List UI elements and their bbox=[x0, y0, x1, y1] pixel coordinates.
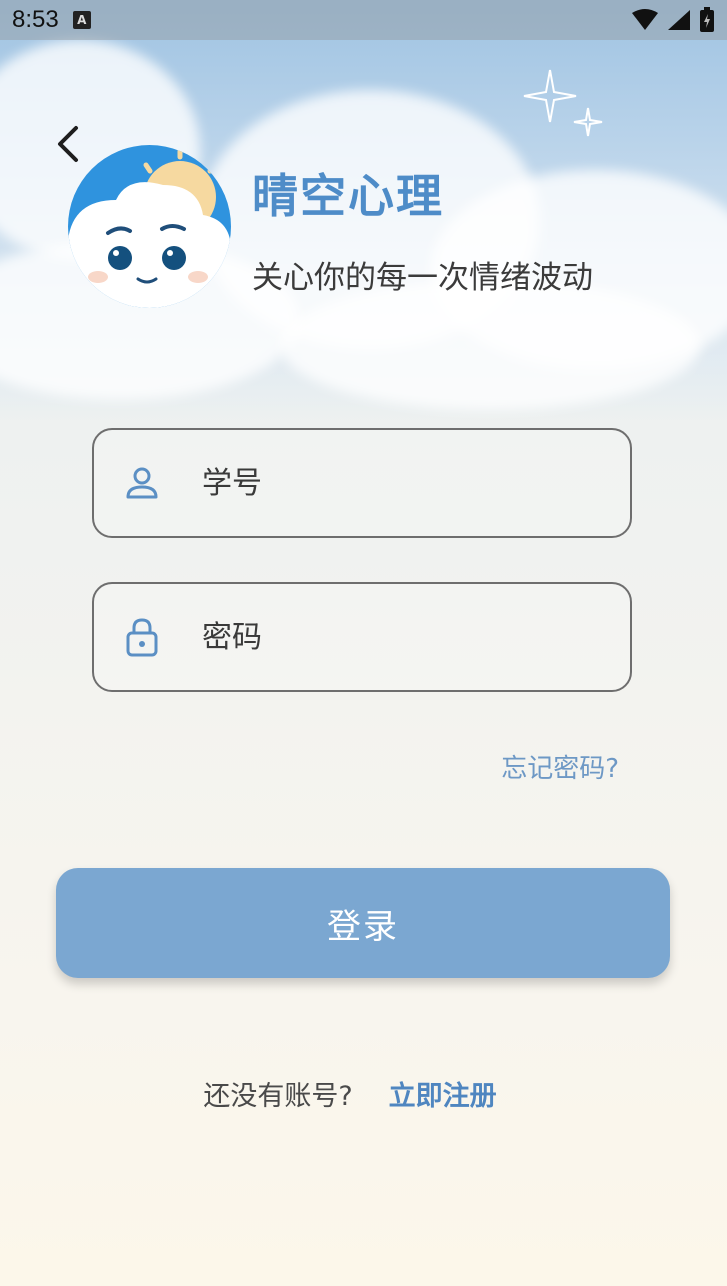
app-slogan: 关心你的每一次情绪波动 bbox=[252, 260, 593, 296]
student-id-field[interactable] bbox=[92, 428, 632, 538]
student-id-input[interactable] bbox=[202, 465, 582, 501]
password-field[interactable] bbox=[92, 582, 632, 692]
chevron-left-icon bbox=[58, 126, 78, 162]
user-icon bbox=[124, 463, 160, 503]
register-prompt: 还没有账号? bbox=[203, 1081, 353, 1112]
sparkle-icon bbox=[523, 69, 603, 137]
status-time: 8:53 bbox=[12, 6, 59, 33]
register-row: 还没有账号? 立即注册 bbox=[0, 1074, 700, 1113]
login-button[interactable]: 登录 bbox=[56, 868, 670, 978]
lock-icon bbox=[124, 617, 160, 657]
password-input[interactable] bbox=[202, 619, 582, 655]
app-title: 晴空心理 bbox=[252, 169, 444, 223]
battery-icon bbox=[700, 7, 714, 32]
status-bar: 8:53 A bbox=[0, 0, 727, 40]
a-badge-icon: A bbox=[72, 11, 91, 29]
cloud-mascot-icon bbox=[68, 148, 231, 308]
app-logo-avatar bbox=[68, 145, 231, 308]
forgot-password-link[interactable]: 忘记密码? bbox=[501, 748, 619, 785]
back-button[interactable] bbox=[48, 122, 88, 166]
signal-icon bbox=[668, 10, 690, 30]
wifi-icon bbox=[632, 9, 658, 30]
register-link[interactable]: 立即注册 bbox=[389, 1074, 497, 1113]
